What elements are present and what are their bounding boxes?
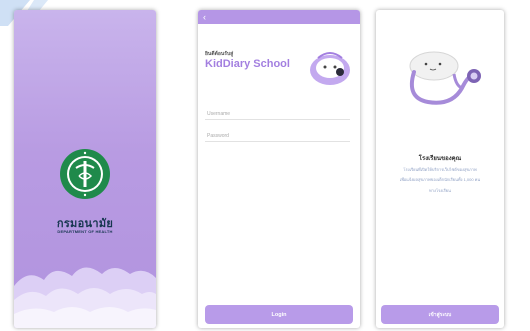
login-top-bar: ‹ xyxy=(198,10,360,24)
onboarding-screen: โรงเรียนของคุณ โรงเรียนที่เปิดให้บริการเ… xyxy=(376,10,504,328)
onboarding-description-line: เพื่อแจ้งผลสุขภาพของเด็กนักเรียนทั้ง 1,0… xyxy=(399,177,481,182)
onboarding-description-line: โรงเรียนที่เปิดให้บริการเว็บไซต์ของสุขภา… xyxy=(403,167,477,172)
login-button[interactable]: Login xyxy=(205,305,353,324)
department-emblem-icon xyxy=(60,149,110,199)
enter-system-button[interactable]: เข้าสู่ระบบ xyxy=(381,305,499,324)
splash-screen: กรมอนามัย DEPARTMENT OF HEALTH xyxy=(14,10,156,328)
back-arrow-icon[interactable]: ‹ xyxy=(203,12,206,22)
welcome-text: ยินดีต้อนรับสู่ xyxy=(205,51,234,57)
mascot-icon xyxy=(310,52,350,85)
department-name-english: DEPARTMENT OF HEALTH xyxy=(57,229,113,234)
onboarding-title: โรงเรียนของคุณ xyxy=(418,156,462,162)
stethoscope-character-icon xyxy=(409,51,481,105)
onboarding-description-line: ทางโรงเรียน xyxy=(429,188,451,193)
password-input[interactable]: Password xyxy=(205,130,350,142)
clouds-decoration-icon xyxy=(14,267,156,328)
username-input[interactable]: Username xyxy=(205,108,350,120)
app-brand-name: KidDiary School xyxy=(205,58,290,70)
login-screen: ‹ ยินดีต้อนรับสู่ KidDiary School Userna… xyxy=(198,10,360,328)
